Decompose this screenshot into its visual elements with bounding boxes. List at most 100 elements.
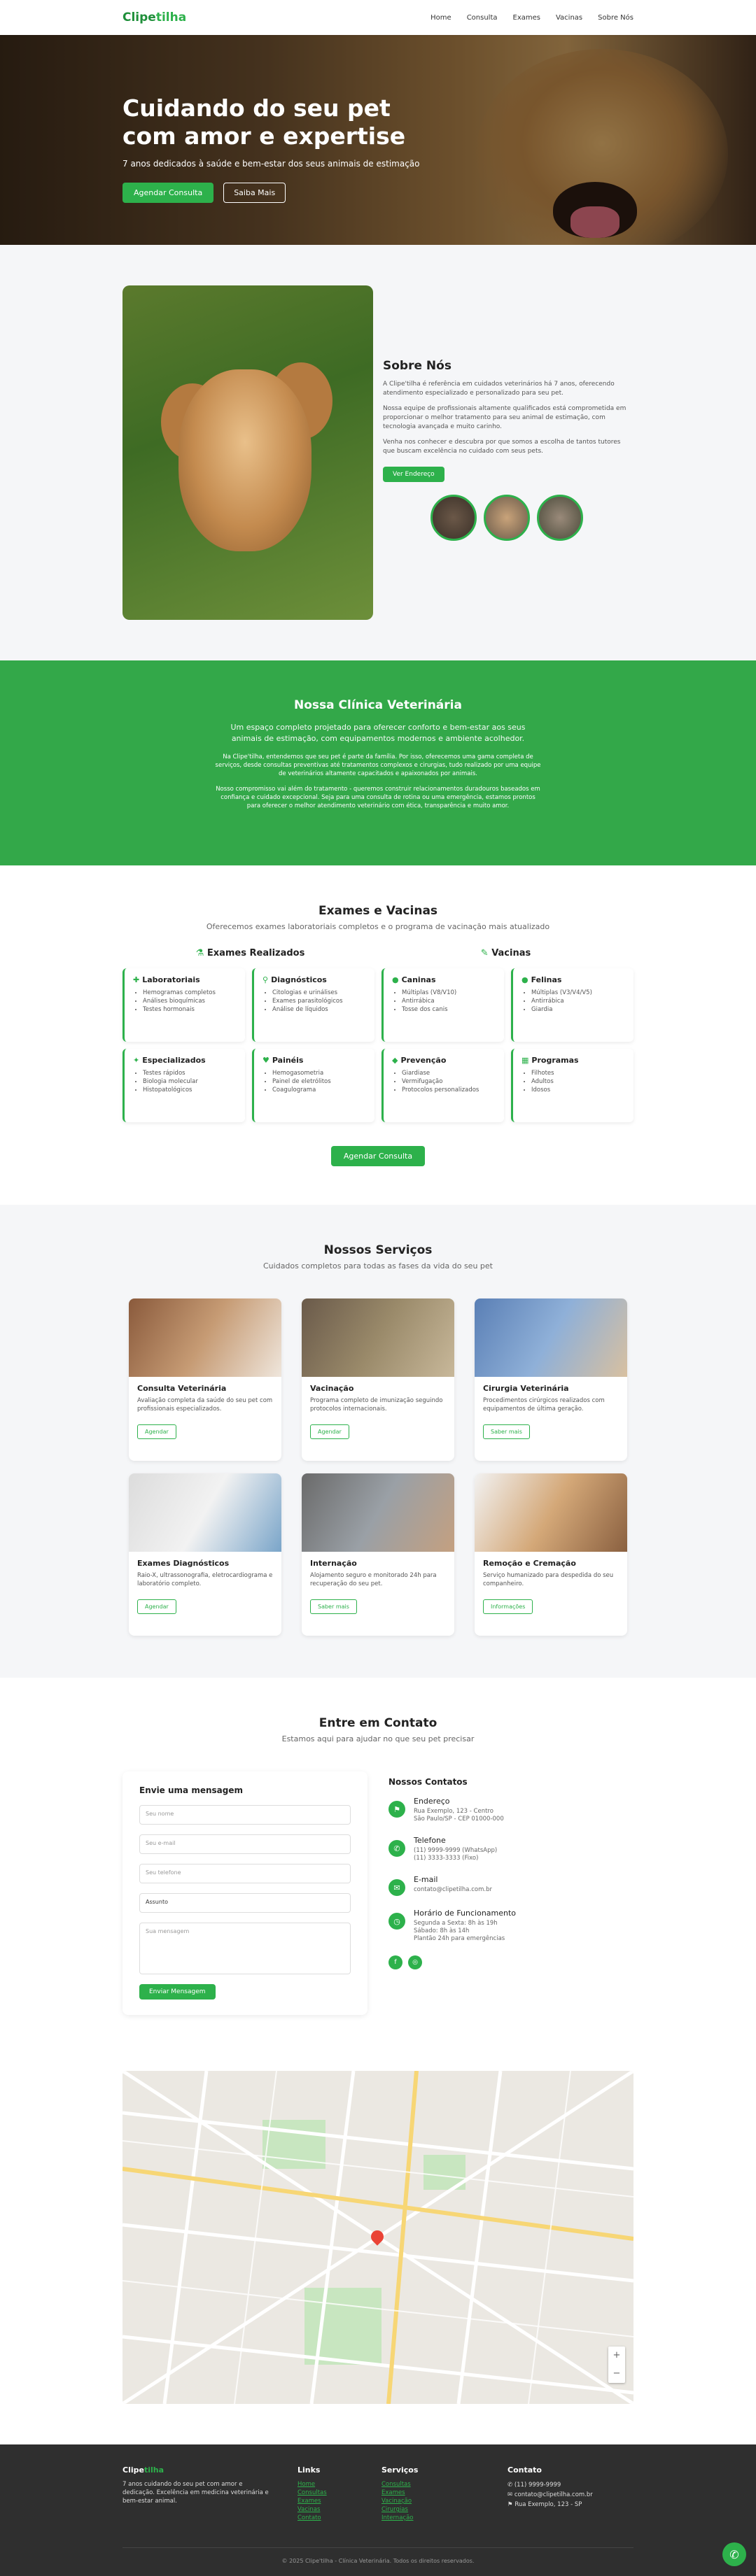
exam-item: Coagulograma [272,1086,366,1094]
footer-link[interactable]: Vacinas [298,2505,360,2514]
exams-title: Exames e Vacinas [318,904,438,918]
service-button[interactable]: Agendar [310,1424,349,1439]
nav-link-vacinas[interactable]: Vacinas [556,14,582,22]
vaccine-card: ●Felinas Múltiplas (V3/V4/V5)AntirrábicaG… [511,968,634,1042]
service-button[interactable]: Saber mais [483,1424,530,1439]
service-desc: Serviço humanizado para despedida do seu… [483,1572,614,1587]
exam-item: Hemogramas completos [143,989,237,997]
vaccine-card-title: Caninas [401,975,436,984]
logo[interactable]: Clipetilha [122,10,186,24]
exam-card: ⚲Diagnósticos Citologias e urinálisesExam… [252,968,374,1042]
nav-link-home[interactable]: Home [430,14,451,22]
hero-buttons: Agendar Consulta Saiba Mais [122,183,424,203]
exams-column-label: Exames Realizados [206,948,305,958]
footer-logo-a: Clipe [122,2465,144,2475]
exams-subtitle: Oferecemos exames laboratoriais completo… [206,922,550,931]
footer-phone-text: (11) 9999-9999 [514,2482,561,2489]
footer-link[interactable]: Contato [298,2514,360,2522]
nav-link-sobre[interactable]: Sobre Nós [598,14,634,22]
exam-item: Biologia molecular [143,1077,237,1086]
facebook-icon[interactable]: f [388,1955,402,1969]
map-pin-icon: ⚑ [507,2501,513,2508]
footer-logo-b: tilha [144,2465,164,2475]
service-button[interactable]: Agendar [137,1599,176,1614]
top-nav: Clipetilha Home Consulta Exames Vacinas … [0,0,756,35]
service-button[interactable]: Informações [483,1599,533,1614]
nav-link-exames[interactable]: Exames [513,14,540,22]
hero-learn-more-button[interactable]: Saiba Mais [223,183,286,203]
logo-part-a: Clipe [122,10,156,24]
message-field[interactable]: Sua mensagem [139,1923,351,1974]
services-grid: Consulta Veterinária Avaliação completa d… [0,1298,756,1636]
service-title: Exames Diagnósticos [137,1559,230,1568]
vaccine-item: Idosos [531,1086,625,1094]
footer-service-link[interactable]: Internação [382,2514,486,2522]
vaccine-card: ▦Programas FilhotesAdultosIdosos [511,1049,634,1122]
exam-card: ✦Especializados Testes rápidosBiologia mo… [122,1049,245,1122]
email-item: ✉ E-mail contato@clipetilha.com.br [388,1875,634,1896]
clinic-title: Nossa Clínica Veterinária [294,698,462,712]
vaccine-item: Tosse dos canis [402,1005,496,1014]
cat-icon: ● [522,975,528,984]
hours-line: Plantão 24h para emergências [414,1935,505,1942]
phone-line: (11) 3333-3333 (Fixo) [414,1855,479,1862]
about-paragraph-3: Venha nos conhecer e descubra por que so… [383,439,621,455]
footer-logo: Clipetilha [122,2465,276,2475]
hours-line: Sábado: 8h às 14h [414,1927,470,1934]
service-title: Vacinação [310,1384,354,1393]
phone-field[interactable]: Seu telefone [139,1864,351,1883]
whatsapp-icon[interactable]: ✆ [722,2542,746,2566]
exams-schedule-button[interactable]: Agendar Consulta [330,1146,426,1166]
hero: Cuidando do seu pet com amor e expertise… [0,35,756,245]
vaccine-card: ●Caninas Múltiplas (V8/V10)AntirrábicaTos… [382,968,504,1042]
send-message-button[interactable]: Enviar Mensagem [139,1984,216,2000]
view-address-button[interactable]: Ver Endereço [383,467,444,482]
service-card: Vacinação Programa completo de imunização… [302,1298,454,1461]
footer-link[interactable]: Home [298,2480,360,2489]
service-card: Remoção e Cremação Serviço humanizado par… [475,1473,627,1636]
contact-info: Nossos Contatos ⚑ Endereço Rua Exemplo, 12… [388,1771,634,2015]
map-zoom-control[interactable]: + − [608,2347,625,2383]
name-field[interactable]: Seu nome [139,1805,351,1825]
vaccine-item: Vermifugação [402,1077,496,1086]
embedded-map[interactable]: + − [122,2071,634,2404]
exam-item: Exames parasitológicos [272,997,366,1005]
flask-icon: ⚗ [195,948,204,958]
dog-body [178,369,312,551]
subject-select[interactable]: Assunto [139,1893,351,1913]
footer-service-link[interactable]: Consultas [382,2480,486,2489]
service-image [129,1298,281,1377]
about-dog-image [122,285,373,620]
service-desc: Raio-X, ultrassonografia, eletrocardiogr… [137,1572,273,1587]
exam-item: Análises bioquímicas [143,997,237,1005]
address-item: ⚑ Endereço Rua Exemplo, 123 - Centro São Pa… [388,1797,634,1823]
vaccine-item: Múltiplas (V8/V10) [402,989,496,997]
about-section: Sobre Nós A Clipe'tilha é referência em … [0,245,756,660]
form-title: Envie uma mensagem [139,1785,243,1795]
hero-schedule-button[interactable]: Agendar Consulta [122,183,214,203]
service-button[interactable]: Agendar [137,1424,176,1439]
service-desc: Avaliação completa da saúde do seu pet c… [137,1397,273,1413]
footer-link[interactable]: Consultas [298,2489,360,2497]
nav-link-consulta[interactable]: Consulta [467,14,498,22]
vaccine-item: Antirrábica [402,997,496,1005]
hours-line: Segunda a Sexta: 8h às 19h [414,1920,498,1927]
service-button[interactable]: Saber mais [310,1599,357,1614]
vaccine-item: Filhotes [531,1069,625,1077]
services-subtitle: Cuidados completos para todas as fases d… [263,1261,493,1271]
hours-item: ◷ Horário de Funcionamento Segunda a Sexta… [388,1909,634,1943]
service-desc: Alojamento seguro e monitorado 24h para … [310,1572,437,1587]
about-paragraph-2: Nossa equipe de profissionais altamente … [383,405,626,430]
email-field[interactable]: Seu e-mail [139,1834,351,1854]
footer-service-link[interactable]: Vacinação [382,2497,486,2505]
logo-part-b: tilha [155,10,187,24]
footer-service-link[interactable]: Cirurgias [382,2505,486,2514]
hero-content: Cuidando do seu pet com amor e expertise… [122,94,424,203]
instagram-icon[interactable]: ◎ [408,1955,422,1969]
phone-icon: ✆ [507,2482,513,2489]
map-pin-icon: ⚑ [388,1801,405,1818]
service-desc: Procedimentos cirúrgicos realizados com … [483,1397,605,1413]
footer-service-link[interactable]: Exames [382,2489,486,2497]
footer: Clipetilha 7 anos cuidando do seu pet co… [0,2444,756,2576]
footer-link[interactable]: Exames [298,2497,360,2505]
